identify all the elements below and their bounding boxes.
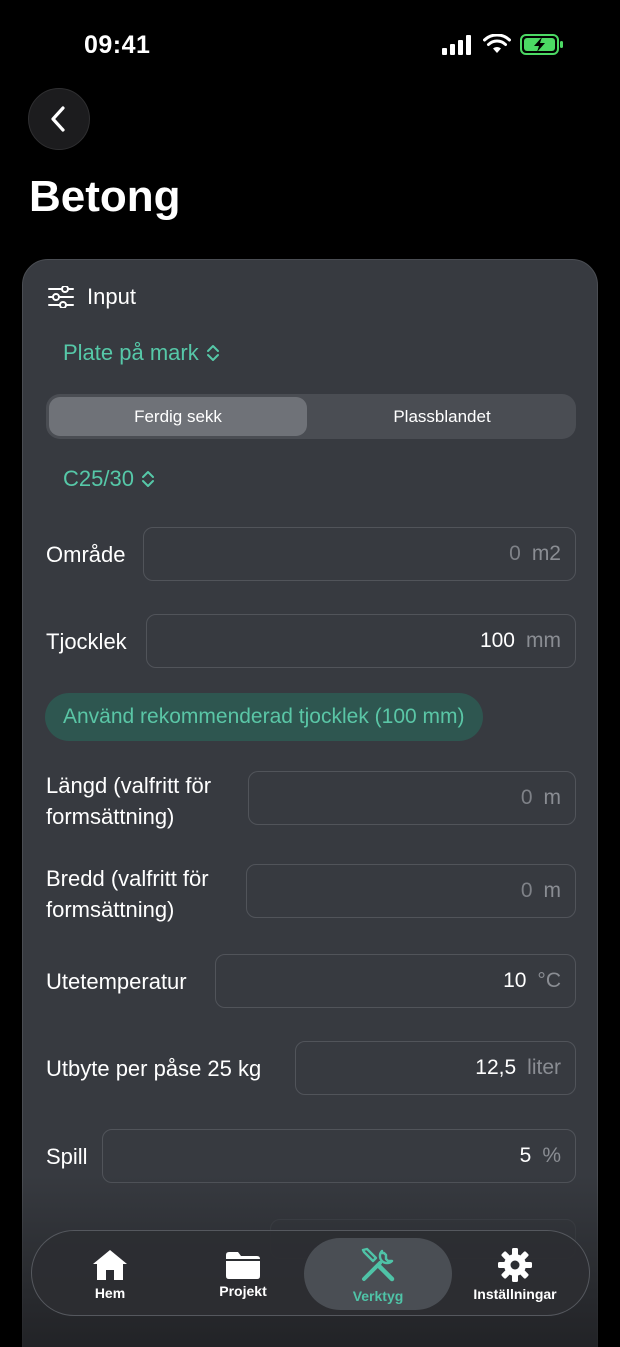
tab-verktyg-label: Verktyg	[352, 1287, 404, 1304]
width-input[interactable]: 0 m	[246, 864, 576, 918]
area-label: Område	[46, 542, 126, 567]
tools-icon	[361, 1247, 395, 1281]
tab-projekt-label: Projekt	[219, 1282, 267, 1299]
thickness-input[interactable]: 100 mm	[146, 614, 576, 668]
gear-icon	[498, 1247, 532, 1282]
yield-per-bag-input[interactable]: 12,5 liter	[295, 1041, 576, 1095]
segment-plassblandet[interactable]: Plassblandet	[310, 397, 574, 436]
width-value: 0	[520, 879, 533, 902]
yield-per-bag-value: 12,5	[475, 1056, 517, 1079]
width-unit: m	[543, 879, 562, 902]
field-row-outdoor-temperature: Utetemperatur 10 °C	[23, 954, 599, 1008]
field-row-length: Längd (valfritt för formsättning) 0 m	[23, 770, 599, 834]
slab-type-picker[interactable]: Plate på mark	[63, 340, 220, 366]
outdoor-temperature-value: 10	[503, 969, 527, 992]
status-icons	[442, 34, 564, 55]
field-row-width: Bredd (valfritt för formsättning) 0 m	[23, 863, 599, 927]
slab-type-value: Plate på mark	[63, 340, 199, 365]
wifi-icon	[483, 34, 511, 53]
length-unit: m	[543, 786, 562, 809]
house-icon	[93, 1249, 127, 1280]
tab-installningar[interactable]: Inställningar	[452, 1238, 578, 1310]
area-unit: m2	[531, 542, 561, 565]
width-label: Bredd (valfritt för formsättning)	[46, 866, 209, 922]
waste-unit: %	[542, 1144, 561, 1167]
sliders-icon	[48, 286, 74, 308]
tab-bar: Hem Projekt Verktyg Inställningar	[31, 1230, 590, 1316]
thickness-label: Tjocklek	[46, 629, 127, 654]
field-row-yield-per-bag: Utbyte per påse 25 kg 12,5 liter	[23, 1041, 599, 1095]
tab-installningar-label: Inställningar	[473, 1285, 557, 1302]
waste-value: 5	[519, 1144, 532, 1167]
tab-verktyg[interactable]: Verktyg	[304, 1238, 452, 1310]
length-input[interactable]: 0 m	[248, 771, 576, 825]
tab-hem-label: Hem	[94, 1284, 126, 1301]
area-input[interactable]: 0 m2	[143, 527, 576, 581]
battery-charging-icon	[520, 34, 563, 55]
card-header: Input	[48, 284, 136, 310]
tab-projekt[interactable]: Projekt	[179, 1238, 307, 1310]
tab-hem[interactable]: Hem	[46, 1238, 174, 1310]
segment-ferdig-sekk[interactable]: Ferdig sekk	[49, 397, 307, 436]
page-title: Betong	[29, 172, 181, 221]
back-button[interactable]	[28, 88, 90, 150]
field-row-thickness: Tjocklek 100 mm	[23, 614, 599, 668]
strength-class-value: C25/30	[63, 466, 134, 491]
use-recommended-thickness-button[interactable]: Använd rekommenderad tjocklek (100 mm)	[45, 693, 483, 741]
status-bar: 09:41	[0, 0, 620, 92]
outdoor-temperature-unit: °C	[537, 969, 561, 992]
chevron-up-down-icon	[141, 471, 154, 487]
outdoor-temperature-input[interactable]: 10 °C	[215, 954, 576, 1008]
status-time: 09:41	[84, 31, 151, 59]
field-row-area: Område 0 m2	[23, 527, 599, 581]
folder-icon	[226, 1251, 260, 1279]
length-value: 0	[520, 786, 533, 809]
waste-label: Spill	[46, 1144, 88, 1169]
yield-per-bag-unit: liter	[527, 1056, 561, 1079]
strength-class-picker[interactable]: C25/30	[63, 466, 155, 492]
mix-type-segmented-control: Ferdig sekk Plassblandet	[46, 394, 576, 439]
thickness-value: 100	[479, 629, 515, 652]
outdoor-temperature-label: Utetemperatur	[46, 969, 187, 994]
length-label: Längd (valfritt för formsättning)	[46, 773, 212, 829]
chevron-left-icon	[51, 106, 65, 132]
chevron-up-down-icon	[206, 345, 219, 361]
area-value: 0	[509, 542, 521, 565]
thickness-unit: mm	[526, 629, 561, 652]
card-header-label: Input	[87, 284, 136, 309]
yield-per-bag-label: Utbyte per påse 25 kg	[46, 1056, 262, 1081]
cellular-signal-icon	[442, 34, 471, 55]
